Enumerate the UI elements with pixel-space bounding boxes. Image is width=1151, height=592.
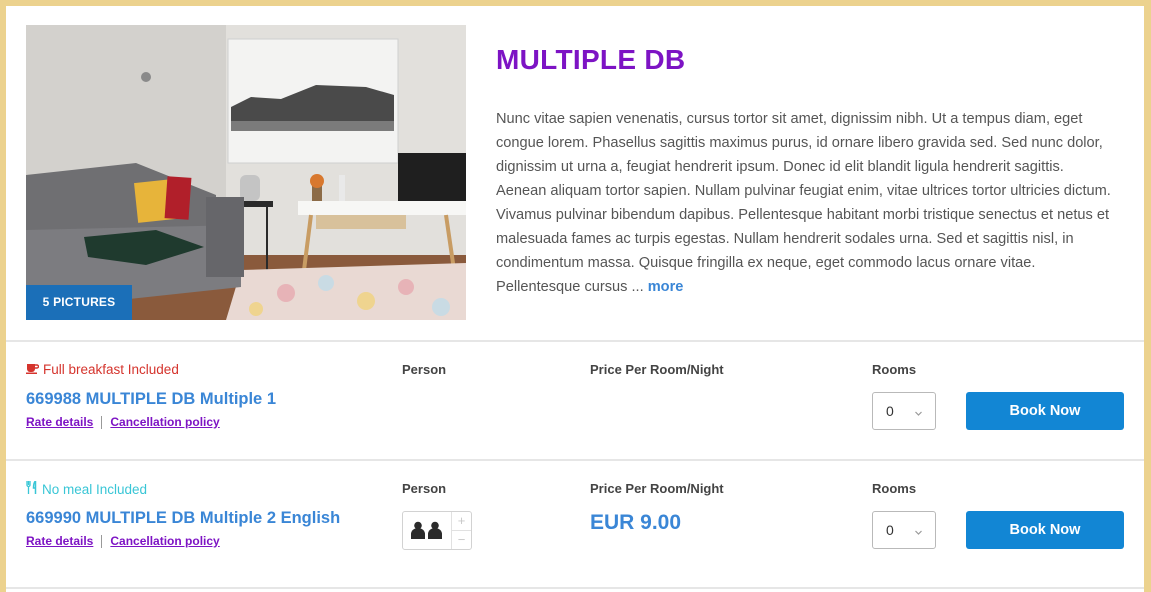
meal-label: Full breakfast Included xyxy=(43,362,179,377)
increment-button[interactable]: + xyxy=(452,512,471,531)
pictures-count-badge[interactable]: 5 PICTURES xyxy=(26,285,132,320)
room-photo-image xyxy=(26,25,466,320)
two-persons-icon xyxy=(410,521,444,544)
rooms-select-value: 0 xyxy=(886,522,894,538)
price-label: Price Per Room/Night xyxy=(590,481,724,496)
room-card: 5 PICTURES MULTIPLE DB Nunc vitae sapien… xyxy=(6,6,1144,592)
person-label: Person xyxy=(402,481,447,496)
price-label: Price Per Room/Night xyxy=(590,362,724,377)
chevron-down-icon xyxy=(914,405,923,423)
room-title: MULTIPLE DB xyxy=(496,44,686,75)
rate-links: Rate details Cancellation policy xyxy=(26,534,220,548)
room-photo[interactable]: 5 PICTURES xyxy=(26,25,466,320)
divider xyxy=(6,587,1144,589)
rooms-select[interactable]: 0 xyxy=(872,511,936,549)
room-description-text: Nunc vitae sapien venenatis, cursus tort… xyxy=(496,111,1111,295)
fork-knife-icon xyxy=(26,479,38,497)
rooms-select[interactable]: 0 xyxy=(872,392,936,430)
rate-row: No meal Included 669990 MULTIPLE DB Mult… xyxy=(6,461,1144,579)
price-value: EUR 9.00 xyxy=(590,511,682,534)
rooms-label: Rooms xyxy=(872,481,917,496)
rate-details-link[interactable]: Rate details xyxy=(26,415,93,429)
cancellation-policy-link[interactable]: Cancellation policy xyxy=(110,534,219,548)
meal-info: No meal Included xyxy=(26,479,148,497)
book-now-button[interactable]: Book Now xyxy=(966,392,1124,430)
rate-name: 669988 MULTIPLE DB Multiple 1 xyxy=(26,390,276,408)
cancellation-policy-link[interactable]: Cancellation policy xyxy=(110,415,219,429)
person-label: Person xyxy=(402,362,447,377)
rate-links: Rate details Cancellation policy xyxy=(26,415,220,429)
meal-label: No meal Included xyxy=(42,481,148,497)
person-count-field[interactable]: + − xyxy=(402,511,472,550)
rooms-label: Rooms xyxy=(872,362,917,377)
room-description: Nunc vitae sapien venenatis, cursus tort… xyxy=(496,107,1116,299)
rooms-select-value: 0 xyxy=(886,403,894,419)
chevron-down-icon xyxy=(914,524,923,542)
link-separator xyxy=(101,534,103,548)
rate-name: 669990 MULTIPLE DB Multiple 2 English xyxy=(26,509,341,527)
decrement-button[interactable]: − xyxy=(452,531,471,549)
person-stepper: + − xyxy=(451,512,471,549)
rate-details-link[interactable]: Rate details xyxy=(26,534,93,548)
rate-row: Full breakfast Included 669988 MULTIPLE … xyxy=(6,342,1144,460)
book-now-button[interactable]: Book Now xyxy=(966,511,1124,549)
meal-info: Full breakfast Included xyxy=(26,362,179,377)
coffee-cup-icon xyxy=(26,362,40,377)
link-separator xyxy=(101,415,103,429)
more-link[interactable]: more xyxy=(648,279,684,295)
